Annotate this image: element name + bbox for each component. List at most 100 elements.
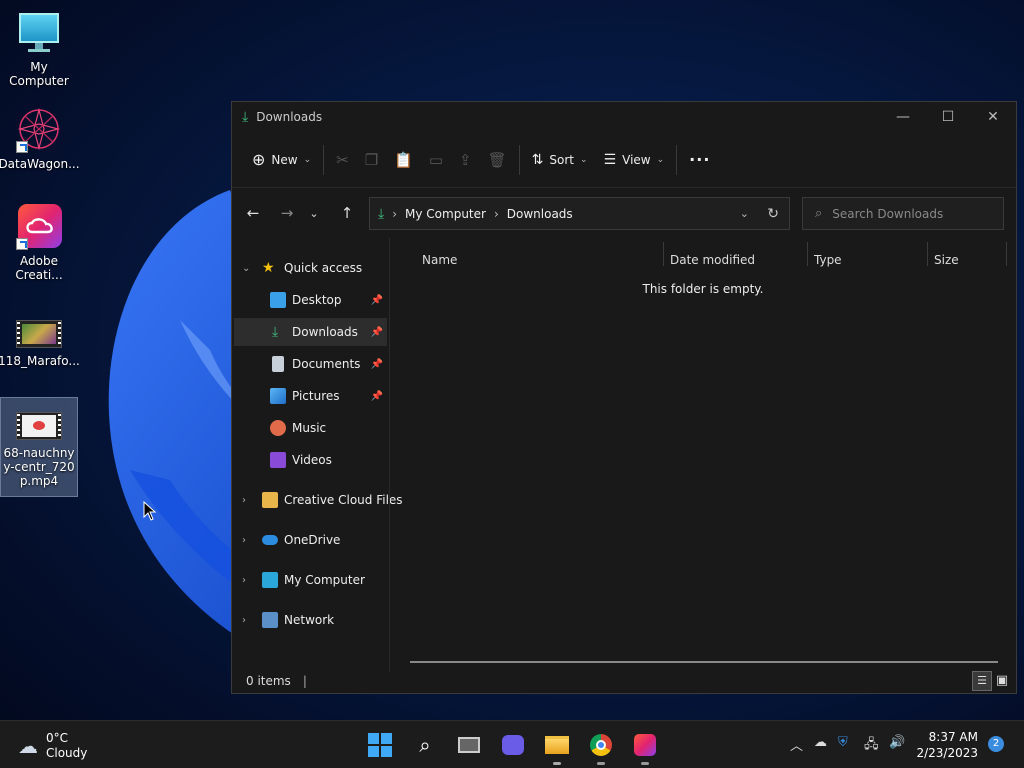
column-header-size[interactable]: Size — [934, 248, 959, 272]
paste-button[interactable]: 📋 — [386, 144, 421, 176]
horizontal-scrollbar[interactable] — [410, 661, 998, 663]
share-button[interactable]: ⇪ — [451, 144, 480, 176]
pin-icon[interactable]: 📌 — [371, 327, 383, 338]
address-dropdown-icon[interactable]: ⌄ — [740, 207, 749, 220]
pin-icon[interactable]: 📌 — [371, 359, 383, 370]
desktop-icon-118-marafo[interactable]: 118_Marafo... — [0, 316, 80, 368]
creative-cloud-folder-icon — [262, 492, 278, 508]
chrome-taskbar-button[interactable] — [587, 731, 615, 765]
file-explorer-taskbar-button[interactable] — [543, 731, 571, 765]
pin-icon[interactable]: 📌 — [371, 391, 383, 402]
new-button[interactable]: ⊕ New ⌄ — [244, 144, 319, 176]
sidebar-item-desktop[interactable]: Desktop 📌 — [234, 286, 387, 314]
column-divider[interactable] — [1006, 242, 1007, 266]
desktop-icon-label: 68-nauchnyy-centr_720p.mp4 — [3, 446, 75, 488]
task-view-button[interactable] — [455, 731, 483, 759]
start-button[interactable] — [366, 731, 394, 759]
more-options-button[interactable]: ··· — [681, 144, 718, 176]
toolbar-divider — [518, 144, 520, 175]
weather-widget[interactable]: ☁ 0°C Cloudy — [18, 731, 87, 761]
up-button[interactable]: ↑ — [330, 197, 364, 229]
defender-shield-icon[interactable]: ⛨ — [838, 735, 848, 750]
pin-icon[interactable]: 📌 — [371, 295, 383, 306]
close-button[interactable]: ✕ — [970, 102, 1016, 132]
desktop-icon-adobe-cc[interactable]: Adobe Creati... — [0, 204, 78, 282]
column-divider[interactable] — [927, 242, 928, 266]
sort-button[interactable]: ⇅ Sort ⌄ — [524, 144, 596, 176]
clock-date: 2/23/2023 — [916, 746, 978, 760]
item-count: 0 items — [246, 674, 291, 688]
breadcrumb-my-computer[interactable]: My Computer — [405, 207, 486, 221]
network-icon[interactable]: 🖧 — [864, 735, 879, 757]
sidebar-item-music[interactable]: Music — [234, 414, 387, 442]
recent-locations-button[interactable]: ⌄ — [302, 197, 326, 229]
chevron-down-icon: ⌄ — [303, 154, 312, 165]
show-hidden-icons-button[interactable]: ︿ — [790, 735, 803, 754]
desktop-folder-icon — [270, 292, 286, 308]
sidebar-item-videos[interactable]: Videos — [234, 446, 387, 474]
desktop-icon-my-computer[interactable]: My Computer — [0, 10, 78, 88]
toolbar-divider — [676, 144, 678, 175]
sidebar-item-documents[interactable]: Documents 📌 — [234, 350, 387, 378]
file-list[interactable]: Name Date modified Type Size This folder… — [390, 238, 1016, 672]
download-icon: ⤓ — [378, 205, 385, 222]
cloud-offline-icon[interactable]: ☁ — [814, 735, 827, 750]
sidebar-item-creative-cloud-files[interactable]: › Creative Cloud Files — [234, 486, 403, 514]
sidebar-item-downloads[interactable]: ⤓ Downloads 📌 — [234, 318, 387, 346]
cut-button[interactable]: ✂ — [328, 144, 357, 176]
clock[interactable]: 8:37 AM 2/23/2023 — [916, 729, 978, 761]
chevron-down-icon: ⌄ — [309, 206, 319, 220]
address-bar[interactable]: ⤓ › My Computer › Downloads ⌄ ↻ — [369, 197, 790, 230]
desktop-icon-68-nauchnyy[interactable]: 68-nauchnyy-centr_720p.mp4 — [0, 397, 78, 497]
column-divider[interactable] — [663, 242, 664, 266]
sidebar-item-my-computer[interactable]: › My Computer — [234, 566, 387, 594]
chevron-down-icon: ⌄ — [580, 154, 588, 165]
arrow-up-icon: ↑ — [340, 204, 354, 222]
search-box[interactable]: ⌕ Search Downloads — [802, 197, 1004, 230]
volume-icon[interactable]: 🔊 — [889, 735, 905, 750]
task-view-icon — [458, 737, 480, 753]
weather-temp: 0°C — [46, 731, 69, 745]
search-icon: ⌕ — [419, 733, 431, 757]
refresh-icon[interactable]: ↻ — [767, 206, 779, 222]
column-header-name[interactable]: Name — [422, 248, 457, 272]
toolbar-divider — [323, 144, 325, 175]
sidebar-item-onedrive[interactable]: › OneDrive — [234, 526, 387, 554]
column-header-type[interactable]: Type — [814, 248, 842, 272]
sidebar-item-quick-access[interactable]: ⌄ ★ Quick access — [234, 254, 387, 282]
datawagon-icon — [16, 107, 62, 153]
notification-badge[interactable]: 2 — [988, 736, 1004, 752]
creative-cloud-taskbar-button[interactable] — [631, 731, 659, 765]
scissors-icon: ✂ — [336, 150, 349, 169]
teams-chat-button[interactable] — [499, 731, 527, 759]
file-explorer-window[interactable]: ⤓ Downloads — ☐ ✕ ⊕ New ⌄ ✂ ❐ 📋 ▭ ⇪ 🗑 ⇅ … — [231, 101, 1017, 694]
breadcrumb-downloads[interactable]: Downloads — [507, 207, 573, 221]
search-button[interactable]: ⌕ — [411, 731, 439, 759]
view-label: View — [622, 152, 651, 167]
navigation-row: ← → ⌄ ↑ ⤓ › My Computer › Downloads ⌄ ↻ … — [232, 188, 1016, 238]
command-bar: ⊕ New ⌄ ✂ ❐ 📋 ▭ ⇪ 🗑 ⇅ Sort ⌄ ☰ View ⌄ ··… — [232, 132, 1016, 188]
sidebar-item-label: Quick access — [284, 261, 363, 275]
minimize-button[interactable]: — — [880, 102, 926, 132]
sidebar-item-label: Pictures — [292, 389, 340, 403]
network-icon — [262, 612, 278, 628]
running-indicator — [641, 762, 649, 765]
delete-button[interactable]: 🗑 — [480, 144, 515, 176]
sidebar-item-pictures[interactable]: Pictures 📌 — [234, 382, 387, 410]
forward-button[interactable]: → — [270, 197, 304, 229]
clock-time: 8:37 AM — [928, 730, 978, 744]
breadcrumb-separator-icon: › — [493, 206, 499, 221]
rename-button[interactable]: ▭ — [421, 144, 451, 176]
tiles-view-icon[interactable]: ▣ — [992, 671, 1012, 691]
column-divider[interactable] — [807, 242, 808, 266]
copy-button[interactable]: ❐ — [357, 144, 386, 176]
view-button[interactable]: ☰ View ⌄ — [596, 144, 673, 176]
details-view-icon[interactable]: ☰ — [972, 671, 992, 691]
back-button[interactable]: ← — [236, 197, 270, 229]
star-icon: ★ — [262, 260, 275, 276]
desktop-icon-datawagon[interactable]: DataWagon... — [0, 107, 80, 171]
column-header-date-modified[interactable]: Date modified — [670, 248, 755, 272]
sidebar-item-network[interactable]: › Network — [234, 606, 387, 634]
maximize-button[interactable]: ☐ — [925, 102, 971, 132]
sidebar-item-label: Music — [292, 421, 327, 435]
